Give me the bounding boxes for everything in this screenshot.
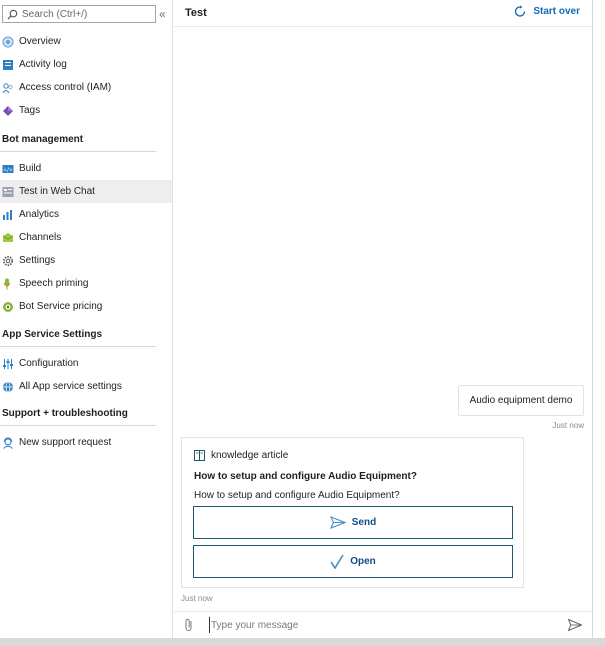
web-chat-icon (2, 186, 14, 197)
sidebar-item-label: Analytics (19, 209, 60, 220)
people-icon (2, 82, 13, 93)
start-over-button[interactable]: Start over (514, 5, 580, 18)
section-header-label: Bot management (2, 134, 84, 145)
section-header-support: Support + troubleshooting (0, 402, 172, 426)
send-arrow-icon (329, 516, 346, 529)
sidebar-item-label: Channels (19, 232, 62, 243)
sidebar-item-label: Test in Web Chat (19, 186, 95, 197)
sidebar-item-label: Speech priming (19, 278, 89, 289)
sidebar-item-label: Access control (IAM) (19, 82, 112, 93)
section-header-bot-management: Bot management (0, 128, 172, 152)
sidebar-item-label: Activity log (19, 59, 67, 70)
sidebar-item-build[interactable]: </> Build (0, 157, 172, 180)
channels-icon (2, 232, 14, 242)
sidebar-item-tags[interactable]: Tags (0, 99, 172, 122)
sidebar-item-label: New support request (19, 437, 112, 448)
sidebar-item-label: All App service settings (19, 381, 122, 392)
sidebar-item-access-control[interactable]: Access control (IAM) (0, 76, 172, 99)
globe-icon (3, 381, 13, 392)
overview-icon (2, 36, 14, 47)
section-header-label: App Service Settings (2, 329, 103, 340)
sidebar: « Overview Activity log Access control (… (0, 0, 173, 638)
user-message-text: Audio equipment demo (469, 395, 573, 406)
card-subtitle: knowledge article (211, 450, 289, 461)
sidebar-item-overview[interactable]: Overview (0, 30, 172, 53)
sidebar-item-label: Overview (19, 36, 61, 47)
sidebar-item-settings[interactable]: Settings (0, 249, 172, 272)
gear-icon (3, 255, 13, 266)
divider (0, 151, 156, 152)
knowledge-article-card: knowledge article How to setup and confi… (181, 437, 524, 588)
checkmark-icon (330, 554, 344, 569)
user-message-timestamp: Just now (552, 421, 584, 430)
section-header-app-service-settings: App Service Settings (0, 323, 172, 347)
tag-icon (3, 105, 13, 116)
activity-log-icon (3, 59, 13, 70)
search-icon (7, 9, 18, 20)
pricing-icon (3, 301, 13, 312)
user-message-bubble: Audio equipment demo (458, 385, 584, 416)
send-button[interactable]: Send (193, 506, 513, 539)
sidebar-item-all-app-service-settings[interactable]: All App service settings (0, 375, 172, 398)
analytics-icon (3, 209, 12, 220)
sidebar-item-new-support-request[interactable]: New support request (0, 431, 172, 454)
sidebar-item-channels[interactable]: Channels (0, 226, 172, 249)
sidebar-item-speech-priming[interactable]: Speech priming (0, 272, 172, 295)
book-icon (194, 450, 205, 461)
support-icon (3, 436, 13, 449)
message-input[interactable] (209, 617, 549, 633)
speech-icon (3, 278, 11, 289)
sidebar-item-configuration[interactable]: Configuration (0, 352, 172, 375)
bottom-strip (0, 638, 605, 646)
divider (0, 425, 156, 426)
sliders-icon (3, 358, 13, 369)
sidebar-item-bot-service-pricing[interactable]: Bot Service pricing (0, 295, 172, 318)
send-button-label: Send (351, 517, 377, 528)
card-text: How to setup and configure Audio Equipme… (194, 490, 400, 501)
send-icon[interactable] (568, 619, 582, 631)
sidebar-item-label: Settings (19, 255, 56, 266)
sidebar-item-label: Tags (19, 105, 41, 116)
sidebar-item-activity-log[interactable]: Activity log (0, 53, 172, 76)
card-title: How to setup and configure Audio Equipme… (194, 471, 417, 482)
web-chat-panel: Test Start over Audio equipment demo Jus… (174, 0, 592, 638)
chat-header: Test Start over (174, 0, 592, 27)
bot-message-timestamp: Just now (181, 594, 213, 603)
page-title: Test (185, 7, 207, 19)
sidebar-item-analytics[interactable]: Analytics (0, 203, 172, 226)
divider (0, 346, 156, 347)
search-box[interactable] (2, 5, 156, 23)
code-icon: </> (2, 164, 14, 173)
open-button[interactable]: Open (193, 545, 513, 578)
svg-text:</>: </> (3, 167, 12, 173)
sidebar-item-label: Configuration (19, 358, 79, 369)
collapse-sidebar-icon[interactable]: « (159, 7, 170, 21)
paperclip-icon[interactable] (183, 618, 195, 632)
sidebar-item-label: Build (19, 163, 42, 174)
panel-border (592, 0, 593, 638)
sidebar-item-label: Bot Service pricing (19, 301, 103, 312)
search-row: « (0, 0, 172, 26)
start-over-label: Start over (533, 6, 580, 17)
message-input-bar (174, 611, 592, 638)
section-header-label: Support + troubleshooting (2, 408, 128, 419)
sidebar-item-test-in-web-chat[interactable]: Test in Web Chat (0, 180, 172, 203)
search-input[interactable] (22, 7, 152, 21)
open-button-label: Open (350, 556, 376, 567)
refresh-icon (515, 5, 526, 17)
